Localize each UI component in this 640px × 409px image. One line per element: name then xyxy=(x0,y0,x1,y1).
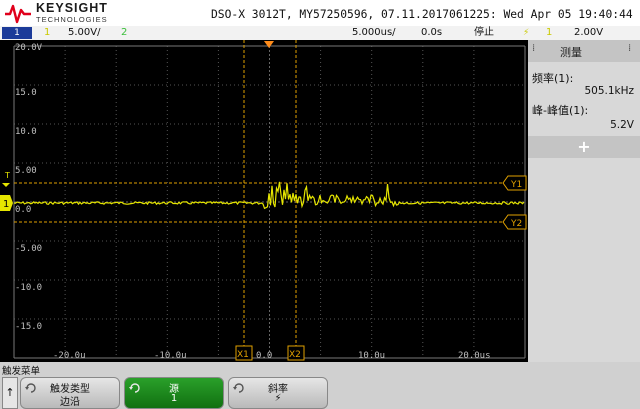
source-value: 1 xyxy=(170,393,178,404)
run-state: 停止 xyxy=(474,27,494,38)
cursor-x1-tag[interactable]: X1 xyxy=(235,345,253,361)
measurement-title-bar: ⁞ 测量 ⁞ xyxy=(528,40,640,62)
device-info: DSO-X 3012T, MY57250596, 07.11.201706122… xyxy=(211,8,640,21)
slope-softkey[interactable]: 斜率 ⚡ xyxy=(228,377,328,409)
y-tick-label: -10.0 xyxy=(15,283,42,293)
trigger-source: 1 xyxy=(546,27,553,38)
trigger-type-value: 边沿 xyxy=(60,397,80,408)
x-tick-label: 10.0u xyxy=(358,351,385,361)
peak-to-peak-value: 5.2V xyxy=(610,119,634,131)
panel-grip-icon-right: ⁞ xyxy=(628,43,632,54)
channel-1-tab[interactable]: 1 xyxy=(2,27,32,39)
measurement-panel: ⁞ 测量 ⁞ 频率(1): 505.1kHz 峰-峰值(1): 5.2V + xyxy=(528,40,640,362)
x-tick-label: -20.0u xyxy=(53,351,86,361)
status-bar: 1 1 5.00V/ 2 5.000us/ 0.0s 停止 ⚡ 1 2.00V xyxy=(0,26,640,40)
menu-title: 触发菜单 xyxy=(2,366,41,377)
x-tick-label: -10.0u xyxy=(154,351,187,361)
cursor-x2-tag[interactable]: X2 xyxy=(287,345,305,361)
svg-text:T: T xyxy=(4,171,10,180)
source-softkey[interactable]: 源 1 xyxy=(124,377,224,409)
svg-text:X1: X1 xyxy=(237,350,249,360)
trigger-level[interactable]: 2.00V xyxy=(574,27,603,39)
scope-display[interactable]: 20.0V15.010.05.000.0-5.00-10.0-15.0 -20.… xyxy=(0,40,528,362)
title-bar: KEYSIGHT TECHNOLOGIES DSO-X 3012T, MY572… xyxy=(0,0,640,26)
frequency-label: 频率(1): xyxy=(532,72,574,85)
panel-grip-icon: ⁞ xyxy=(532,43,536,54)
brand-subtitle: TECHNOLOGIES xyxy=(36,15,108,24)
peak-to-peak-label: 峰-峰值(1): xyxy=(532,104,589,117)
timebase-scale[interactable]: 5.000us/ xyxy=(352,27,396,39)
y-tick-label: -15.0 xyxy=(15,322,42,332)
measurement-title: 测量 xyxy=(560,46,582,59)
trigger-type-softkey[interactable]: 触发类型 边沿 xyxy=(20,377,120,409)
y-tick-label: 10.0 xyxy=(15,127,37,137)
x-tick-label: 0.0 xyxy=(256,351,272,361)
back-button[interactable]: ↑ xyxy=(2,377,18,409)
time-delay[interactable]: 0.0s xyxy=(421,27,442,39)
y-tick-label: 20.0V xyxy=(15,43,43,53)
y-tick-label: -5.00 xyxy=(15,244,42,254)
svg-text:Y1: Y1 xyxy=(510,180,522,190)
add-measurement-button[interactable]: + xyxy=(528,136,640,158)
y-tick-label: 5.00 xyxy=(15,166,37,176)
channel-1-number: 1 xyxy=(44,27,51,38)
svg-text:X2: X2 xyxy=(289,350,301,360)
svg-text:Y2: Y2 xyxy=(510,219,522,229)
frequency-value: 505.1kHz xyxy=(584,85,634,97)
brand-name: KEYSIGHT xyxy=(36,1,108,15)
cursor-y2-tag[interactable]: Y2 xyxy=(502,214,527,230)
channel-2-number[interactable]: 2 xyxy=(121,27,127,39)
keysight-logo-icon xyxy=(5,4,31,24)
channel-1-scale[interactable]: 5.00V/ xyxy=(68,27,100,39)
slope-icon: ⚡ xyxy=(274,393,282,404)
svg-text:1: 1 xyxy=(3,199,9,210)
x-tick-label: 20.0us xyxy=(458,351,491,361)
y-tick-label: 0.0 xyxy=(15,205,31,215)
trigger-edge-icon: ⚡ xyxy=(523,28,530,38)
cursor-y1-tag[interactable]: Y1 xyxy=(502,175,527,191)
y-tick-label: 15.0 xyxy=(15,88,37,98)
